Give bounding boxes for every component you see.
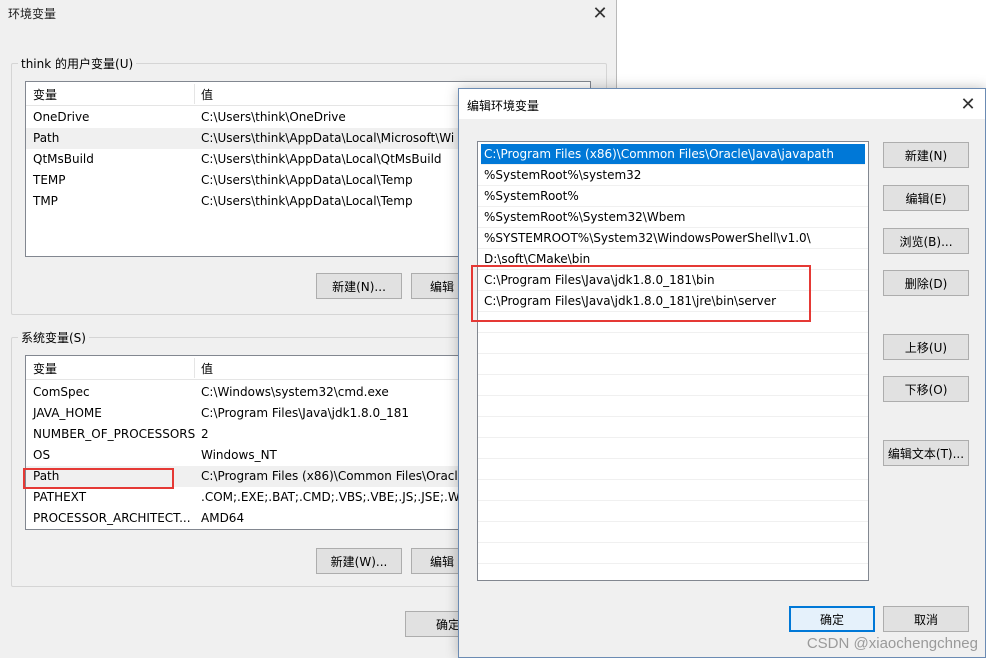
variable-name: ComSpec xyxy=(33,385,90,399)
new-button[interactable]: 新建(N) xyxy=(883,142,969,168)
edit-environment-variable-dialog: 编辑环境变量 ✕ C:\Program Files (x86)\Common F… xyxy=(458,88,986,658)
watermark: CSDN @xiaochengchneg xyxy=(806,635,978,652)
highlight-box xyxy=(23,468,174,489)
title-bar[interactable]: 编辑环境变量 ✕ xyxy=(459,89,985,119)
ok-button[interactable]: 确定 xyxy=(789,606,875,632)
variable-value: 2 xyxy=(201,427,209,441)
column-divider[interactable] xyxy=(194,84,195,104)
system-new-button[interactable]: 新建(W)... xyxy=(316,548,402,574)
empty-row[interactable] xyxy=(478,543,868,564)
system-variables-legend: 系统变量(S) xyxy=(21,331,86,345)
delete-button[interactable]: 删除(D) xyxy=(883,270,969,296)
highlight-box xyxy=(471,265,811,322)
cancel-button[interactable]: 取消 xyxy=(883,606,969,632)
variable-name: PATHEXT xyxy=(33,490,87,504)
variable-value: C:\Program Files (x86)\Common Files\Orac… xyxy=(201,469,466,483)
variable-value: Windows_NT xyxy=(201,448,277,462)
empty-row[interactable] xyxy=(478,396,868,417)
empty-row[interactable] xyxy=(478,417,868,438)
variable-value: AMD64 xyxy=(201,511,245,525)
variable-name: NUMBER_OF_PROCESSORS xyxy=(33,427,196,441)
variable-value: C:\Program Files\Java\jdk1.8.0_181 xyxy=(201,406,410,420)
list-item[interactable]: %SystemRoot%\system32 xyxy=(478,165,868,186)
variable-value: C:\Users\think\AppData\Local\Temp xyxy=(201,173,413,187)
empty-row[interactable] xyxy=(478,501,868,522)
variable-name: TMP xyxy=(33,194,58,208)
move-down-button[interactable]: 下移(O) xyxy=(883,376,969,402)
empty-row[interactable] xyxy=(478,459,868,480)
list-item[interactable]: %SYSTEMROOT%\System32\WindowsPowerShell\… xyxy=(478,228,868,249)
user-new-button[interactable]: 新建(N)... xyxy=(316,273,402,299)
empty-row[interactable] xyxy=(478,480,868,501)
list-item[interactable]: %SystemRoot%\System32\Wbem xyxy=(478,207,868,228)
column-header-variable[interactable]: 变量 xyxy=(33,360,57,377)
user-variables-legend: think 的用户变量(U) xyxy=(21,57,134,71)
column-header-variable[interactable]: 变量 xyxy=(33,86,57,103)
variable-value: C:\Windows\system32\cmd.exe xyxy=(201,385,389,399)
variable-value: C:\Users\think\AppData\Local\Temp xyxy=(201,194,413,208)
variable-value: C:\Users\think\OneDrive xyxy=(201,110,346,124)
variable-name: OneDrive xyxy=(33,110,90,124)
list-item[interactable]: %SystemRoot% xyxy=(478,186,868,207)
variable-value: C:\Users\think\AppData\Local\QtMsBuild xyxy=(201,152,442,166)
dialog-title: 环境变量 xyxy=(8,7,57,21)
variable-value: C:\Users\think\AppData\Local\Microsoft\W… xyxy=(201,131,455,145)
variable-name: TEMP xyxy=(33,173,66,187)
close-icon[interactable]: ✕ xyxy=(588,1,612,25)
empty-row[interactable] xyxy=(478,522,868,543)
list-item[interactable]: C:\Program Files (x86)\Common Files\Orac… xyxy=(481,144,865,165)
edit-button[interactable]: 编辑(E) xyxy=(883,185,969,211)
variable-name: Path xyxy=(33,131,60,145)
edit-text-button[interactable]: 编辑文本(T)... xyxy=(883,440,969,466)
column-divider[interactable] xyxy=(194,358,195,378)
column-header-value[interactable]: 值 xyxy=(201,360,213,377)
dialog-title: 编辑环境变量 xyxy=(467,99,540,113)
close-icon[interactable]: ✕ xyxy=(956,92,980,116)
variable-name: PROCESSOR_ARCHITECT... xyxy=(33,511,191,525)
browse-button[interactable]: 浏览(B)... xyxy=(883,228,969,254)
empty-row[interactable] xyxy=(478,375,868,396)
variable-name: JAVA_HOME xyxy=(33,406,102,420)
variable-name: OS xyxy=(33,448,51,462)
variable-name: QtMsBuild xyxy=(33,152,94,166)
move-up-button[interactable]: 上移(U) xyxy=(883,334,969,360)
empty-row[interactable] xyxy=(478,354,868,375)
empty-row[interactable] xyxy=(478,333,868,354)
column-header-value[interactable]: 值 xyxy=(201,86,213,103)
variable-value: .COM;.EXE;.BAT;.CMD;.VBS;.VBE;.JS;.JSE;.… xyxy=(201,490,475,504)
path-list[interactable]: C:\Program Files (x86)\Common Files\Orac… xyxy=(477,141,869,581)
empty-row[interactable] xyxy=(478,438,868,459)
